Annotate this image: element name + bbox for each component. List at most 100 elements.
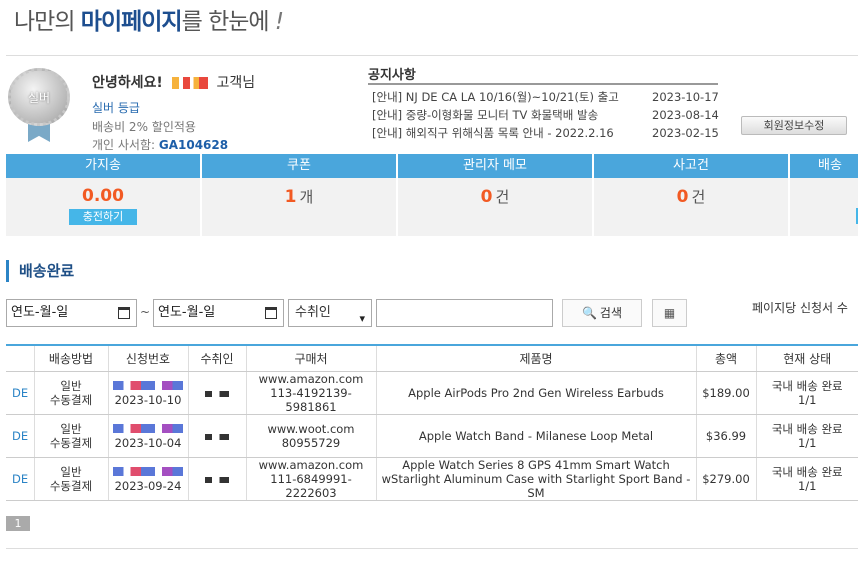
col-total: 총액 xyxy=(695,345,756,372)
member-grade[interactable]: 실버 등급 xyxy=(92,99,140,116)
cell-order-no[interactable]: 2023-10-04 xyxy=(107,414,188,458)
notice-date: 2023-02-15 xyxy=(652,126,719,140)
pager-page-button[interactable]: 1 xyxy=(6,516,30,531)
search-button[interactable]: 🔍 검색 xyxy=(562,299,642,327)
search-field-select[interactable]: 수취인 ▾ xyxy=(288,299,372,327)
redacted-order-no xyxy=(113,466,183,476)
bottom-divider xyxy=(6,548,858,549)
cell-method: 일반 수동결제 xyxy=(33,414,108,458)
redacted-order-no xyxy=(113,423,183,433)
stat-value: 0 xyxy=(480,187,493,207)
col-product: 제품명 xyxy=(375,345,696,372)
redacted-recipient xyxy=(205,390,229,397)
select-value: 수취인 xyxy=(295,305,331,320)
stat-label: 가지송 xyxy=(6,154,200,178)
page-hero-title: 나만의 마이페이지를 한눈에 ! xyxy=(14,2,284,36)
cell-center: DE xyxy=(6,371,34,415)
stat-unit: 건 xyxy=(691,188,706,206)
search-label: 검색 xyxy=(599,306,623,320)
stat-label: 관리자 메모 xyxy=(398,154,592,178)
section-title: 배송완료 xyxy=(6,260,74,282)
cell-status: 국내 배송 완료 1/1 xyxy=(755,371,858,415)
notice-date: 2023-10-17 xyxy=(652,90,719,104)
col-center xyxy=(6,345,34,372)
stat-value: 1 xyxy=(284,187,297,207)
calendar-icon[interactable] xyxy=(118,307,130,319)
stat-value: 0 xyxy=(676,187,689,207)
stat-points: 가지송 0.00 충전하기 xyxy=(6,154,200,236)
stat-admin-memo[interactable]: 관리자 메모 0건 xyxy=(398,154,592,236)
cell-status: 국내 배송 완료 1/1 xyxy=(755,457,858,501)
stat-label: 쿠폰 xyxy=(202,154,396,178)
stat-shipping[interactable]: 배송 xyxy=(790,154,858,236)
redacted-recipient xyxy=(205,476,229,483)
col-status: 현재 상태 xyxy=(755,345,858,372)
col-order-no: 신청번호 xyxy=(107,345,188,372)
stat-coupon[interactable]: 쿠폰 1개 xyxy=(202,154,396,236)
excel-icon: ▦ xyxy=(663,306,676,320)
notice-item[interactable]: [안내] 해외직구 위해식품 목록 안내 - 2022.2.16 2023-02-… xyxy=(372,124,722,142)
cell-product: Apple Watch Series 8 GPS 41mm Smart Watc… xyxy=(375,457,696,501)
notice-item[interactable]: [안내] NJ DE CA LA 10/16(월)~10/21(토) 출고 202… xyxy=(372,88,722,106)
date-range-separator: ~ xyxy=(140,305,151,319)
table-header-row: 배송방법 신청번호 수취인 구매처 제품명 총액 현재 상태 xyxy=(6,345,858,372)
notice-item[interactable]: [안내] 중량-이형화물 모니터 TV 화물택배 발송 2023-08-14 xyxy=(372,106,722,124)
stat-unit: 건 xyxy=(495,188,510,206)
cell-order-no[interactable]: 2023-10-10 xyxy=(107,371,188,415)
notice-list: [안내] NJ DE CA LA 10/16(월)~10/21(토) 출고 202… xyxy=(372,88,722,142)
charge-button[interactable]: 충전하기 xyxy=(69,209,137,225)
cell-product: Apple Watch Band - Milanese Loop Metal xyxy=(375,414,696,458)
edit-profile-button[interactable]: 회원정보수정 xyxy=(741,116,847,135)
grade-medal-icon: 실버 xyxy=(6,68,72,144)
redacted-name xyxy=(171,77,208,89)
pobox-info: 개인 사서함: GA104628 xyxy=(92,136,228,153)
honorific: 고객님 xyxy=(216,75,256,91)
date-to-input[interactable]: 연도-월-일 xyxy=(153,299,284,327)
cell-total: $36.99 xyxy=(695,414,756,458)
stat-unit: 개 xyxy=(299,188,314,206)
top-divider xyxy=(6,55,858,56)
col-store: 구매처 xyxy=(245,345,376,372)
notice-text[interactable]: [안내] NJ DE CA LA 10/16(월)~10/21(토) 출고 xyxy=(372,88,652,106)
date-to-placeholder: 연도-월-일 xyxy=(158,305,216,320)
cell-method: 일반 수동결제 xyxy=(33,371,108,415)
hero-prefix: 나만의 xyxy=(14,9,81,35)
cell-recipient xyxy=(187,371,246,415)
redacted-order-no xyxy=(113,380,183,390)
search-input[interactable] xyxy=(376,299,553,327)
notice-text[interactable]: [안내] 해외직구 위해식품 목록 안내 - 2022.2.16 xyxy=(372,124,652,142)
table-row[interactable]: DE 일반 수동결제 2023-10-04 www.woot.com 8095572… xyxy=(6,414,858,458)
calendar-icon[interactable] xyxy=(265,307,277,319)
pobox-id: GA104628 xyxy=(158,138,229,152)
stats-bar: 가지송 0.00 충전하기 쿠폰 1개 관리자 메모 0건 사고건 0건 배송 xyxy=(6,154,858,236)
cell-recipient xyxy=(187,457,246,501)
member-benefit: 배송비 2% 할인적용 xyxy=(92,120,196,134)
date-from-placeholder: 연도-월-일 xyxy=(11,305,69,320)
stat-value: 0.00 xyxy=(82,186,124,206)
cell-store: www.woot.com 80955729 xyxy=(245,414,376,458)
shipments-table: 배송방법 신청번호 수취인 구매처 제품명 총액 현재 상태 DE 일반 수동결제… xyxy=(6,344,858,501)
cell-total: $279.00 xyxy=(695,457,756,501)
cell-total: $189.00 xyxy=(695,371,756,415)
search-icon: 🔍 xyxy=(581,306,597,320)
cell-status: 국내 배송 완료 1/1 xyxy=(755,414,858,458)
stat-incidents[interactable]: 사고건 0건 xyxy=(594,154,788,236)
table-row[interactable]: DE 일반 수동결제 2023-10-10 www.amazon.com 113-4… xyxy=(6,371,858,415)
greeting-text: 안녕하세요! xyxy=(92,75,163,91)
hero-suffix: 를 한눈에 xyxy=(181,9,270,35)
stat-label: 배송 xyxy=(790,154,858,178)
per-page-label: 페이지당 신청서 수 xyxy=(752,301,848,315)
cell-center: DE xyxy=(6,414,34,458)
cell-order-no[interactable]: 2023-09-24 xyxy=(107,457,188,501)
notice-text[interactable]: [안내] 중량-이형화물 모니터 TV 화물택배 발송 xyxy=(372,106,652,124)
col-recipient: 수취인 xyxy=(187,345,246,372)
hero-highlight: 마이페이지 xyxy=(80,9,183,35)
medal-label: 실버 xyxy=(27,90,51,105)
cell-recipient xyxy=(187,414,246,458)
table-row[interactable]: DE 일반 수동결제 2023-09-24 www.amazon.com 111-6… xyxy=(6,457,858,501)
greeting: 안녕하세요! 고객님 xyxy=(92,72,255,92)
chevron-down-icon: ▾ xyxy=(359,312,365,325)
excel-export-button[interactable]: ▦ xyxy=(652,299,687,327)
date-from-input[interactable]: 연도-월-일 xyxy=(6,299,137,327)
cell-method: 일반 수동결제 xyxy=(33,457,108,501)
